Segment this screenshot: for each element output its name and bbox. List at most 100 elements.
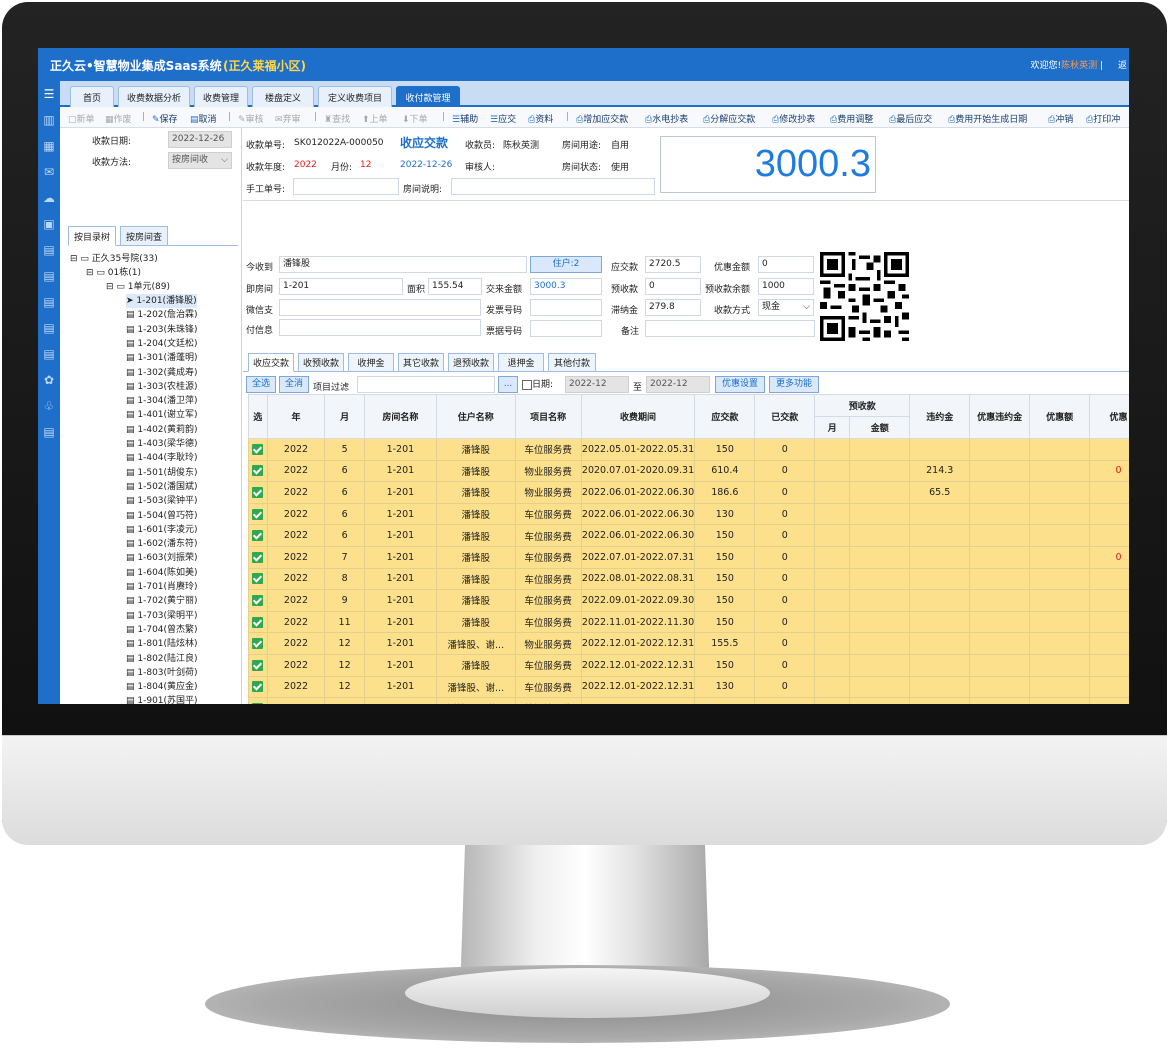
date-to-field[interactable]: 2022-12 <box>646 376 710 393</box>
row-checkbox[interactable] <box>248 545 268 569</box>
item-filter-input[interactable] <box>357 376 495 393</box>
tree-room-item[interactable]: ▤ 1-401(谢立军) <box>126 408 198 422</box>
col-prepaid-amount[interactable]: 金额 <box>849 416 911 439</box>
col-item[interactable]: 项目名称 <box>514 394 582 439</box>
tree-room-item[interactable]: ▤ 1-501(胡俊东) <box>126 466 198 480</box>
tree-room-item[interactable]: ▤ 1-802(陆江良) <box>126 652 198 666</box>
tree-room-item[interactable]: ▤ 1-301(潘蓬明) <box>126 351 198 365</box>
tab-fee-items[interactable]: 定义收费项目 <box>318 86 392 107</box>
tree-room-item[interactable]: ▤ 1-402(黄莉韵) <box>126 423 198 437</box>
tab-by-tree[interactable]: 按目录树 <box>68 226 116 246</box>
col-prepaid-month[interactable]: 月 <box>814 416 851 439</box>
table-row[interactable]: 2022 12 1-201 潘锋股、谢... 物业服务费 2022.12.01-2022.… <box>248 632 1129 655</box>
fee-adjust-button[interactable]: ⎙费用调整 <box>830 112 873 125</box>
tree-room-item[interactable]: ▤ 1-803(叶剑荷) <box>126 666 198 680</box>
box-icon[interactable]: ▣ <box>38 211 60 237</box>
tree-room-item[interactable]: ▤ 1-602(潘东符) <box>126 537 198 551</box>
tree-room-item[interactable]: ▤ 1-403(梁华德) <box>126 437 198 451</box>
receivable-button[interactable]: ☰应交 <box>490 112 516 125</box>
more-functions-button[interactable]: 更多功能 <box>769 376 819 393</box>
area-input[interactable]: 155.54 <box>428 278 482 295</box>
resident-button[interactable]: 住户:2 <box>530 256 602 273</box>
tree-unit[interactable]: ⊟ ▭ 1单元(89) <box>106 280 170 294</box>
received-from-input[interactable]: 潘锋股 <box>279 256 527 273</box>
paid-amount-input[interactable]: 3000.3 <box>530 278 602 295</box>
row-checkbox[interactable] <box>248 481 268 504</box>
tab-payment-management[interactable]: 收付款管理 <box>396 86 460 107</box>
info-button[interactable]: ⎙资料 <box>528 112 553 125</box>
tree-room-item[interactable]: ▤ 1-702(黄宁丽) <box>126 594 198 608</box>
late-fee-input[interactable]: 279.8 <box>645 299 701 316</box>
find-button[interactable]: ♜查找 <box>324 112 350 125</box>
col-discount[interactable]: 优惠 <box>1089 394 1129 439</box>
table-row[interactable]: 2022 8 1-201 潘锋股 车位服务费 2022.08.01-2022.08.31 1… <box>248 567 1129 591</box>
table-row[interactable]: 2022 6 1-201 潘锋股 车位服务费 2022.06.01-2022.06.30 1… <box>248 502 1129 526</box>
chat-icon[interactable]: ☁ <box>38 185 60 211</box>
document-icon[interactable]: ▤ <box>38 263 60 289</box>
collect-date-field[interactable]: 2022-12-26 <box>168 131 232 148</box>
approve-button[interactable]: ✎审核 <box>238 112 264 125</box>
discount-input[interactable]: 0 <box>758 256 814 273</box>
tree-room-item[interactable]: ▤ 1-304(潘卫萍) <box>126 394 198 408</box>
pay-method-select[interactable]: 现金 ⌵ <box>758 299 814 316</box>
prepay-input[interactable]: 0 <box>645 278 701 295</box>
receipt-number-input[interactable] <box>530 320 602 337</box>
filter-picker-button[interactable]: ... <box>498 376 518 393</box>
meter-button[interactable]: ⎙水电抄表 <box>645 112 688 125</box>
back-link[interactable]: 返 <box>1118 58 1127 71</box>
tab-fee-analysis[interactable]: 收费数据分析 <box>118 86 190 107</box>
tab-fee-management[interactable]: 收费管理 <box>194 86 248 107</box>
last-receivable-button[interactable]: ⎙最后应交 <box>889 112 932 125</box>
tree-room-item[interactable]: ▤ 1-204(文廷松) <box>126 337 198 351</box>
tree-room-item[interactable]: ▤ 1-704(曾杰繁) <box>126 623 198 637</box>
collect-method-select[interactable]: 按房间收 ⌵ <box>168 152 232 169</box>
tree-room-item[interactable]: ▤ 1-202(詹治霖) <box>126 308 198 322</box>
tab-building-definition[interactable]: 楼盘定义 <box>252 86 314 107</box>
room-note-input[interactable] <box>451 178 655 195</box>
table-row[interactable]: 2022 5 1-201 潘锋股 车位服务费 2022.05.01-2022.05.31 1… <box>248 438 1129 461</box>
building-icon[interactable]: ▥ <box>38 107 60 133</box>
cancel-button[interactable]: ▤取消 <box>190 112 217 125</box>
tab-collect-deposit[interactable]: 收押金 <box>348 353 394 372</box>
document-icon[interactable]: ▤ <box>38 315 60 341</box>
new-button[interactable]: ▢新单 <box>68 112 95 125</box>
document-icon[interactable]: ▤ <box>38 419 60 445</box>
save-button[interactable]: ✎保存 <box>152 112 178 125</box>
discount-settings-button[interactable]: 优惠设置 <box>715 376 765 393</box>
tree-room-item[interactable]: ▤ 1-203(朱珠锋) <box>126 323 198 337</box>
tab-collect-prepay[interactable]: 收预收款 <box>298 353 344 372</box>
table-row[interactable]: 2022121-201潘锋股、谢...垃圾处理费2022.12.26-2023.… <box>248 697 1129 704</box>
tree-root[interactable]: ⊟ ▭ 正久35号院(33) <box>70 252 158 266</box>
tree-room-item[interactable]: ▤ 1-703(梁明平) <box>126 609 198 623</box>
tree-room-item[interactable]: ▤ 1-503(梁钟平) <box>126 494 198 508</box>
tree-room-item[interactable]: ▤ 1-504(曾巧符) <box>126 509 198 523</box>
col-period[interactable]: 收费期间 <box>580 394 696 439</box>
reject-button[interactable]: ✉弃审 <box>275 112 301 125</box>
document-icon[interactable]: ▤ <box>38 289 60 315</box>
col-select[interactable]: 选 <box>248 394 268 439</box>
tab-by-room[interactable]: 按房间查 <box>120 226 168 246</box>
tree-room-item[interactable]: ▤ 1-302(龚成寿) <box>126 366 198 380</box>
row-checkbox[interactable] <box>248 438 268 461</box>
tree-room-item[interactable]: ▤ 1-502(潘国斌) <box>126 480 198 494</box>
aux-button[interactable]: ☰辅助 <box>452 112 478 125</box>
void-button[interactable]: ▦作废 <box>105 112 132 125</box>
offset-button[interactable]: ⎙冲销 <box>1048 112 1073 125</box>
payinfo-input[interactable] <box>279 319 481 336</box>
tree-room-item[interactable]: ➤ 1-201(潘锋股) <box>126 294 197 308</box>
fee-start-date-button[interactable]: ⎙费用开始生成日期 <box>948 112 1027 125</box>
table-row[interactable]: 2022 7 1-201 潘锋股 车位服务费 2022.07.01-2022.07.31 1… <box>248 545 1129 569</box>
room-input[interactable]: 1-201 <box>279 278 403 295</box>
row-checkbox[interactable] <box>248 502 268 526</box>
table-row[interactable]: 2022 6 1-201 潘锋股 物业服务费 2022.06.01-2022.06.30 1… <box>248 481 1129 504</box>
date-from-field[interactable]: 2022-12 <box>565 376 629 393</box>
add-receivable-button[interactable]: ⎙增加应交款 <box>576 112 628 125</box>
prepay-balance-input[interactable]: 1000 <box>758 278 814 295</box>
tree-room-item[interactable]: ▤ 1-701(肖赓玲) <box>126 580 198 594</box>
manual-no-input[interactable] <box>293 178 399 195</box>
table-row[interactable]: 2022 12 1-201 潘锋股、谢... 车位服务费 2022.12.01-2022.… <box>248 675 1129 699</box>
tab-other-payment[interactable]: 其他付款 <box>548 353 596 372</box>
col-year[interactable]: 年 <box>266 394 326 439</box>
col-discount-amount[interactable]: 优惠额 <box>1029 394 1091 439</box>
row-checkbox[interactable] <box>248 589 268 612</box>
